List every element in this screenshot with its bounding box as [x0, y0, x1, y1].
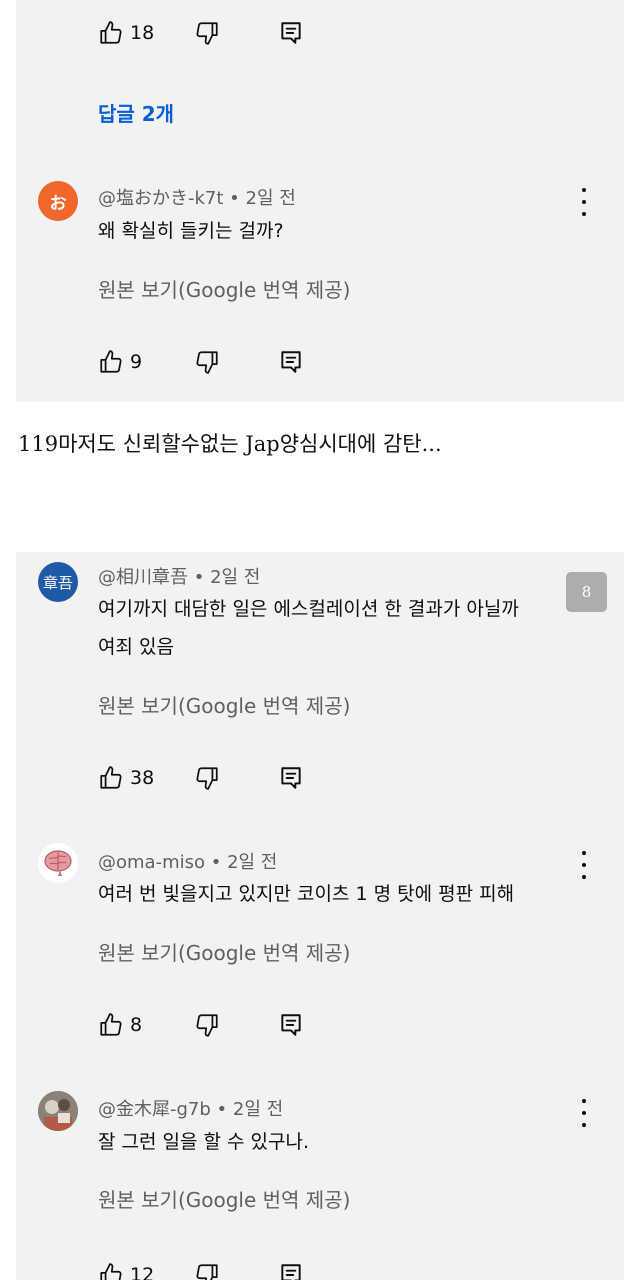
see-original-link[interactable]: 원본 보기(Google 번역 제공) [98, 274, 350, 303]
like-button[interactable]: 8 [98, 1012, 142, 1038]
author-handle[interactable]: @相川章吾 [98, 567, 188, 588]
thumb-down-icon [196, 1014, 218, 1037]
comment-card-1: 18 답글 2개 お @塩おかき-k7t • 2일 전 왜 확실히 들키는 걸까… [16, 0, 624, 402]
comment-text: 여기까지 대담한 일은 에스컬레이션 한 결과가 아닐까 여죄 있음 [98, 590, 519, 666]
comment-time: • 2일 전 [193, 567, 261, 588]
comment-line: 잘 그런 일을 할 수 있구나. [98, 1131, 310, 1153]
comment-text: 왜 확실히 들키는 걸까? [98, 220, 284, 242]
photo-avatar-graphic [38, 1091, 78, 1131]
reply-button[interactable] [278, 765, 304, 791]
comment-time: • 2일 전 [216, 1099, 284, 1120]
thumb-down-icon [196, 22, 218, 45]
reply-icon [281, 351, 301, 373]
see-original-link[interactable]: 원본 보기(Google 번역 제공) [98, 1184, 350, 1213]
dislike-button[interactable] [194, 1012, 220, 1038]
post-caption: 119마저도 신뢰할수없는 Jap양심시대에 감탄... [18, 432, 442, 456]
comment-author-line: @金木犀-g7b • 2일 전 [98, 1095, 283, 1121]
comment-line: 여러 번 빛을지고 있지만 코이츠 1 명 탓에 평판 피해 [98, 883, 515, 905]
more-options-icon[interactable] [573, 851, 595, 879]
like-count: 18 [130, 22, 155, 44]
avatar[interactable]: 章吾 [38, 562, 78, 602]
avatar[interactable]: お [38, 181, 78, 221]
comment-author-line: @oma-miso • 2일 전 [98, 848, 277, 874]
dislike-button[interactable] [194, 1262, 220, 1280]
comment-line: 여기까지 대담한 일은 에스컬레이션 한 결과가 아닐까 [98, 598, 519, 620]
reply-icon [281, 1264, 301, 1280]
comment-actions: 38 [98, 765, 358, 805]
more-options-icon[interactable] [573, 188, 595, 216]
like-count: 38 [130, 767, 155, 789]
page-number-badge: 8 [566, 572, 607, 612]
author-handle[interactable]: @塩おかき-k7t [98, 188, 223, 209]
dislike-button[interactable] [194, 765, 220, 791]
reply-button[interactable] [278, 20, 304, 46]
brain-icon[interactable] [38, 843, 78, 883]
like-button[interactable]: 12 [98, 1262, 154, 1280]
more-options-icon[interactable] [573, 1099, 595, 1127]
reply-icon [281, 1014, 301, 1036]
like-count: 12 [130, 1264, 155, 1280]
thumb-down-icon [196, 767, 218, 790]
thumb-up-icon [100, 350, 122, 373]
thumb-up-icon [100, 1263, 122, 1280]
see-original-link[interactable]: 원본 보기(Google 번역 제공) [98, 690, 350, 719]
comment-actions: 12 [98, 1262, 358, 1280]
comment-line: 여죄 있음 [98, 636, 174, 658]
like-button[interactable]: 18 [98, 20, 154, 46]
like-count: 9 [130, 351, 143, 373]
reply-button[interactable] [278, 1012, 304, 1038]
author-handle[interactable]: @oma-miso [98, 852, 205, 873]
parent-comment-actions: 18 [98, 20, 358, 60]
comment-text: 여러 번 빛을지고 있지만 코이츠 1 명 탓에 평판 피해 [98, 875, 514, 913]
like-button[interactable]: 9 [98, 349, 142, 375]
reply-icon [281, 22, 301, 44]
see-original-link[interactable]: 원본 보기(Google 번역 제공) [98, 937, 350, 966]
photo-avatar-icon[interactable] [38, 1091, 78, 1131]
dislike-button[interactable] [194, 20, 220, 46]
comment-time: • 2일 전 [229, 188, 296, 209]
reply-button[interactable] [278, 349, 304, 375]
reply-icon [281, 767, 301, 789]
comment-text: 잘 그런 일을 할 수 있구나. [98, 1123, 309, 1161]
reply-button[interactable] [278, 1262, 304, 1280]
thumb-up-icon [100, 1013, 122, 1036]
like-count: 8 [130, 1014, 143, 1036]
comment-card-2: 章吾 @相川章吾 • 2일 전 여기까지 대담한 일은 에스컬레이션 한 결과가… [16, 552, 624, 1280]
thumb-down-icon [196, 351, 218, 374]
comment-author-line: @相川章吾 • 2일 전 [98, 563, 260, 589]
like-button[interactable]: 38 [98, 765, 154, 791]
thumb-down-icon [196, 1264, 218, 1280]
comment-actions: 8 [98, 1012, 358, 1052]
brain-avatar-graphic [44, 850, 72, 876]
thumb-up-icon [100, 766, 122, 789]
replies-link[interactable]: 답글 2개 [98, 98, 174, 127]
comment-actions: 9 [98, 349, 358, 389]
thumb-up-icon [100, 21, 122, 44]
dislike-button[interactable] [194, 349, 220, 375]
author-handle[interactable]: @金木犀-g7b [98, 1099, 211, 1120]
comment-author-line: @塩おかき-k7t • 2일 전 [98, 184, 296, 210]
comment-time: • 2일 전 [210, 852, 278, 873]
